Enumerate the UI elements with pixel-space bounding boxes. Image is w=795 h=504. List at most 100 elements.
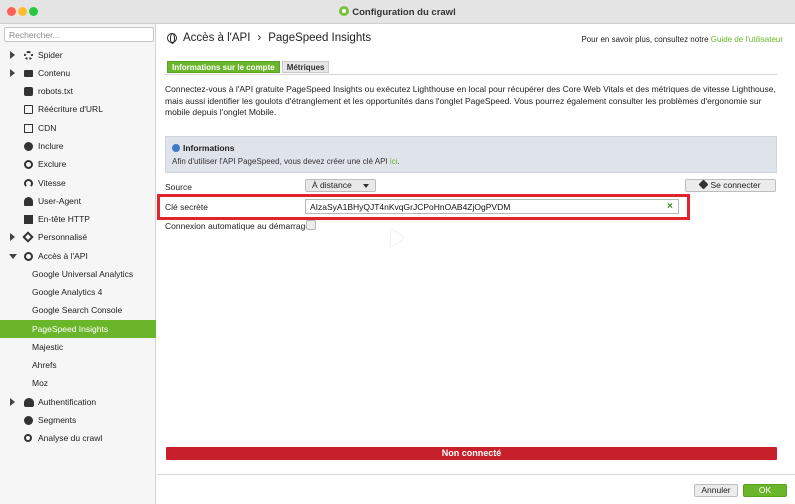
globe-icon: [167, 33, 177, 44]
sidebar-item-label: User-Agent: [38, 196, 81, 206]
auto-connect-label: Connexion automatique au démarrage: [165, 221, 311, 231]
sidebar-item-url-rewriting[interactable]: Réécriture d'URL: [0, 100, 156, 118]
sidebar-item-label: Google Search Console: [32, 305, 123, 315]
sidebar-item-label: Contenu: [38, 68, 71, 78]
sidebar-item-label: Ahrefs: [32, 360, 57, 370]
sidebar-item-google-search-console[interactable]: Google Search Console: [0, 301, 156, 319]
cdn-icon: [24, 124, 33, 133]
chevron-right-icon[interactable]: [10, 233, 15, 241]
sidebar-item-label: Réécriture d'URL: [38, 104, 103, 114]
sidebar-item-api-access[interactable]: Accès à l'API: [0, 247, 156, 265]
chevron-right-icon[interactable]: [10, 398, 15, 406]
sidebar-item-label: Moz: [32, 378, 49, 388]
sidebar-item-majestic[interactable]: Majestic: [0, 338, 156, 356]
secret-key-label: Clé secrète: [165, 202, 208, 212]
custom-icon: [22, 231, 34, 243]
sidebar-item-exclure[interactable]: Exclure: [0, 155, 156, 173]
sidebar-item-robots-txt[interactable]: robots.txt: [0, 82, 156, 100]
info-title: Informations: [172, 143, 234, 153]
sidebar-item-label: Analyse du crawl: [38, 433, 103, 443]
user-guide-link[interactable]: Guide de l'utilisateur: [711, 35, 783, 44]
sidebar-item-pagespeed-insights[interactable]: PageSpeed Insights: [0, 320, 156, 338]
tab-divider: [165, 74, 777, 75]
cancel-button[interactable]: Annuler: [694, 484, 738, 497]
sidebar-item-label: CDN: [38, 123, 57, 133]
window-title-container: Configuration du crawl: [0, 6, 795, 18]
http-header-icon: [24, 215, 33, 224]
crawl-analysis-icon: [24, 434, 32, 442]
source-select[interactable]: À distance: [305, 179, 376, 192]
sidebar-item-label: En-tête HTTP: [38, 214, 90, 224]
breadcrumb-section: Accès à l'API: [183, 32, 251, 44]
breadcrumb: Accès à l'API › PageSpeed Insights: [167, 32, 371, 44]
clear-field-icon[interactable]: ×: [667, 201, 673, 212]
page-title: PageSpeed Insights: [268, 32, 372, 44]
sidebar-item-moz[interactable]: Moz: [0, 374, 156, 392]
sidebar-item-label: Vitesse: [38, 178, 66, 188]
sidebar-item-crawl-analysis[interactable]: Analyse du crawl: [0, 429, 156, 447]
user-icon: [24, 197, 33, 206]
sidebar-item-ahrefs[interactable]: Ahrefs: [0, 356, 156, 374]
sidebar-item-label: Inclure: [38, 141, 64, 151]
app-icon: [339, 6, 350, 16]
segments-icon: [24, 416, 33, 425]
source-select-value: À distance: [312, 180, 352, 190]
sidebar-item-google-analytics-4[interactable]: Google Analytics 4: [0, 283, 156, 301]
exclude-icon: [24, 160, 33, 169]
sidebar-item-user-agent[interactable]: User-Agent: [0, 192, 156, 210]
info-icon: [172, 144, 180, 152]
auto-connect-checkbox[interactable]: [306, 220, 316, 230]
source-label: Source: [165, 182, 192, 192]
robot-icon: [24, 87, 33, 96]
sidebar-item-cdn[interactable]: CDN: [0, 119, 156, 137]
sidebar: Spider Contenu robots.txt Réécriture d'U…: [0, 24, 156, 504]
connection-status-bar: Non connecté: [166, 447, 777, 460]
search-input[interactable]: [4, 27, 154, 42]
tab-account-info[interactable]: Informations sur le compte: [167, 61, 280, 73]
tab-metrics[interactable]: Métriques: [281, 61, 330, 73]
sidebar-item-label: Authentification: [38, 397, 97, 407]
sidebar-item-label: Personnalisé: [38, 232, 88, 242]
speed-icon: [24, 179, 33, 188]
plug-icon: [699, 179, 709, 190]
user-guide-text: Pour en savoir plus, consultez notre: [581, 35, 709, 44]
sidebar-item-vitesse[interactable]: Vitesse: [0, 174, 156, 192]
user-guide-hint: Pour en savoir plus, consultez notre Gui…: [581, 35, 783, 44]
play-icon[interactable]: [391, 229, 404, 247]
sidebar-item-segments[interactable]: Segments: [0, 411, 156, 429]
sidebar-item-label: Exclure: [38, 159, 67, 169]
sidebar-item-http-header[interactable]: En-tête HTTP: [0, 210, 156, 228]
sidebar-item-contenu[interactable]: Contenu: [0, 64, 156, 82]
chevron-down-icon[interactable]: [9, 254, 17, 259]
sidebar-item-inclure[interactable]: Inclure: [0, 137, 156, 155]
main-panel: Accès à l'API › PageSpeed Insights Pour …: [157, 24, 795, 504]
chevron-right-icon[interactable]: [10, 69, 15, 77]
folder-icon: [24, 70, 33, 77]
info-body: Afin d'utiliser l'API PageSpeed, vous de…: [172, 157, 388, 166]
info-text: Afin d'utiliser l'API PageSpeed, vous de…: [172, 157, 400, 166]
info-panel: Informations Afin d'utiliser l'API PageS…: [165, 136, 777, 173]
secret-key-input[interactable]: [305, 199, 679, 214]
api-icon: [24, 252, 33, 261]
sidebar-item-label: Segments: [38, 415, 77, 425]
footer-divider: [157, 474, 795, 475]
include-icon: [24, 142, 33, 151]
chevron-right-icon[interactable]: [10, 51, 15, 59]
sidebar-item-personnalise[interactable]: Personnalisé: [0, 228, 156, 246]
rewrite-icon: [24, 105, 33, 114]
ok-button[interactable]: OK: [743, 484, 787, 497]
sidebar-item-authentification[interactable]: Authentification: [0, 393, 156, 411]
info-title-text: Informations: [183, 143, 235, 153]
sidebar-item-label: PageSpeed Insights: [32, 324, 109, 334]
sidebar-item-google-universal-analytics[interactable]: Google Universal Analytics: [0, 265, 156, 283]
sidebar-item-spider[interactable]: Spider: [0, 46, 156, 64]
sidebar-item-label: Spider: [38, 50, 63, 60]
connect-button[interactable]: Se connecter: [685, 179, 776, 192]
sidebar-item-label: Google Universal Analytics: [32, 269, 134, 279]
authentication-icon: [24, 398, 34, 407]
sidebar-item-label: Google Analytics 4: [32, 287, 103, 297]
sidebar-item-label: Accès à l'API: [38, 251, 88, 261]
description-text: Connectez-vous à l'API gratuite PageSpee…: [165, 84, 776, 117]
gear-icon: [24, 51, 33, 60]
sidebar-item-label: robots.txt: [38, 86, 73, 96]
